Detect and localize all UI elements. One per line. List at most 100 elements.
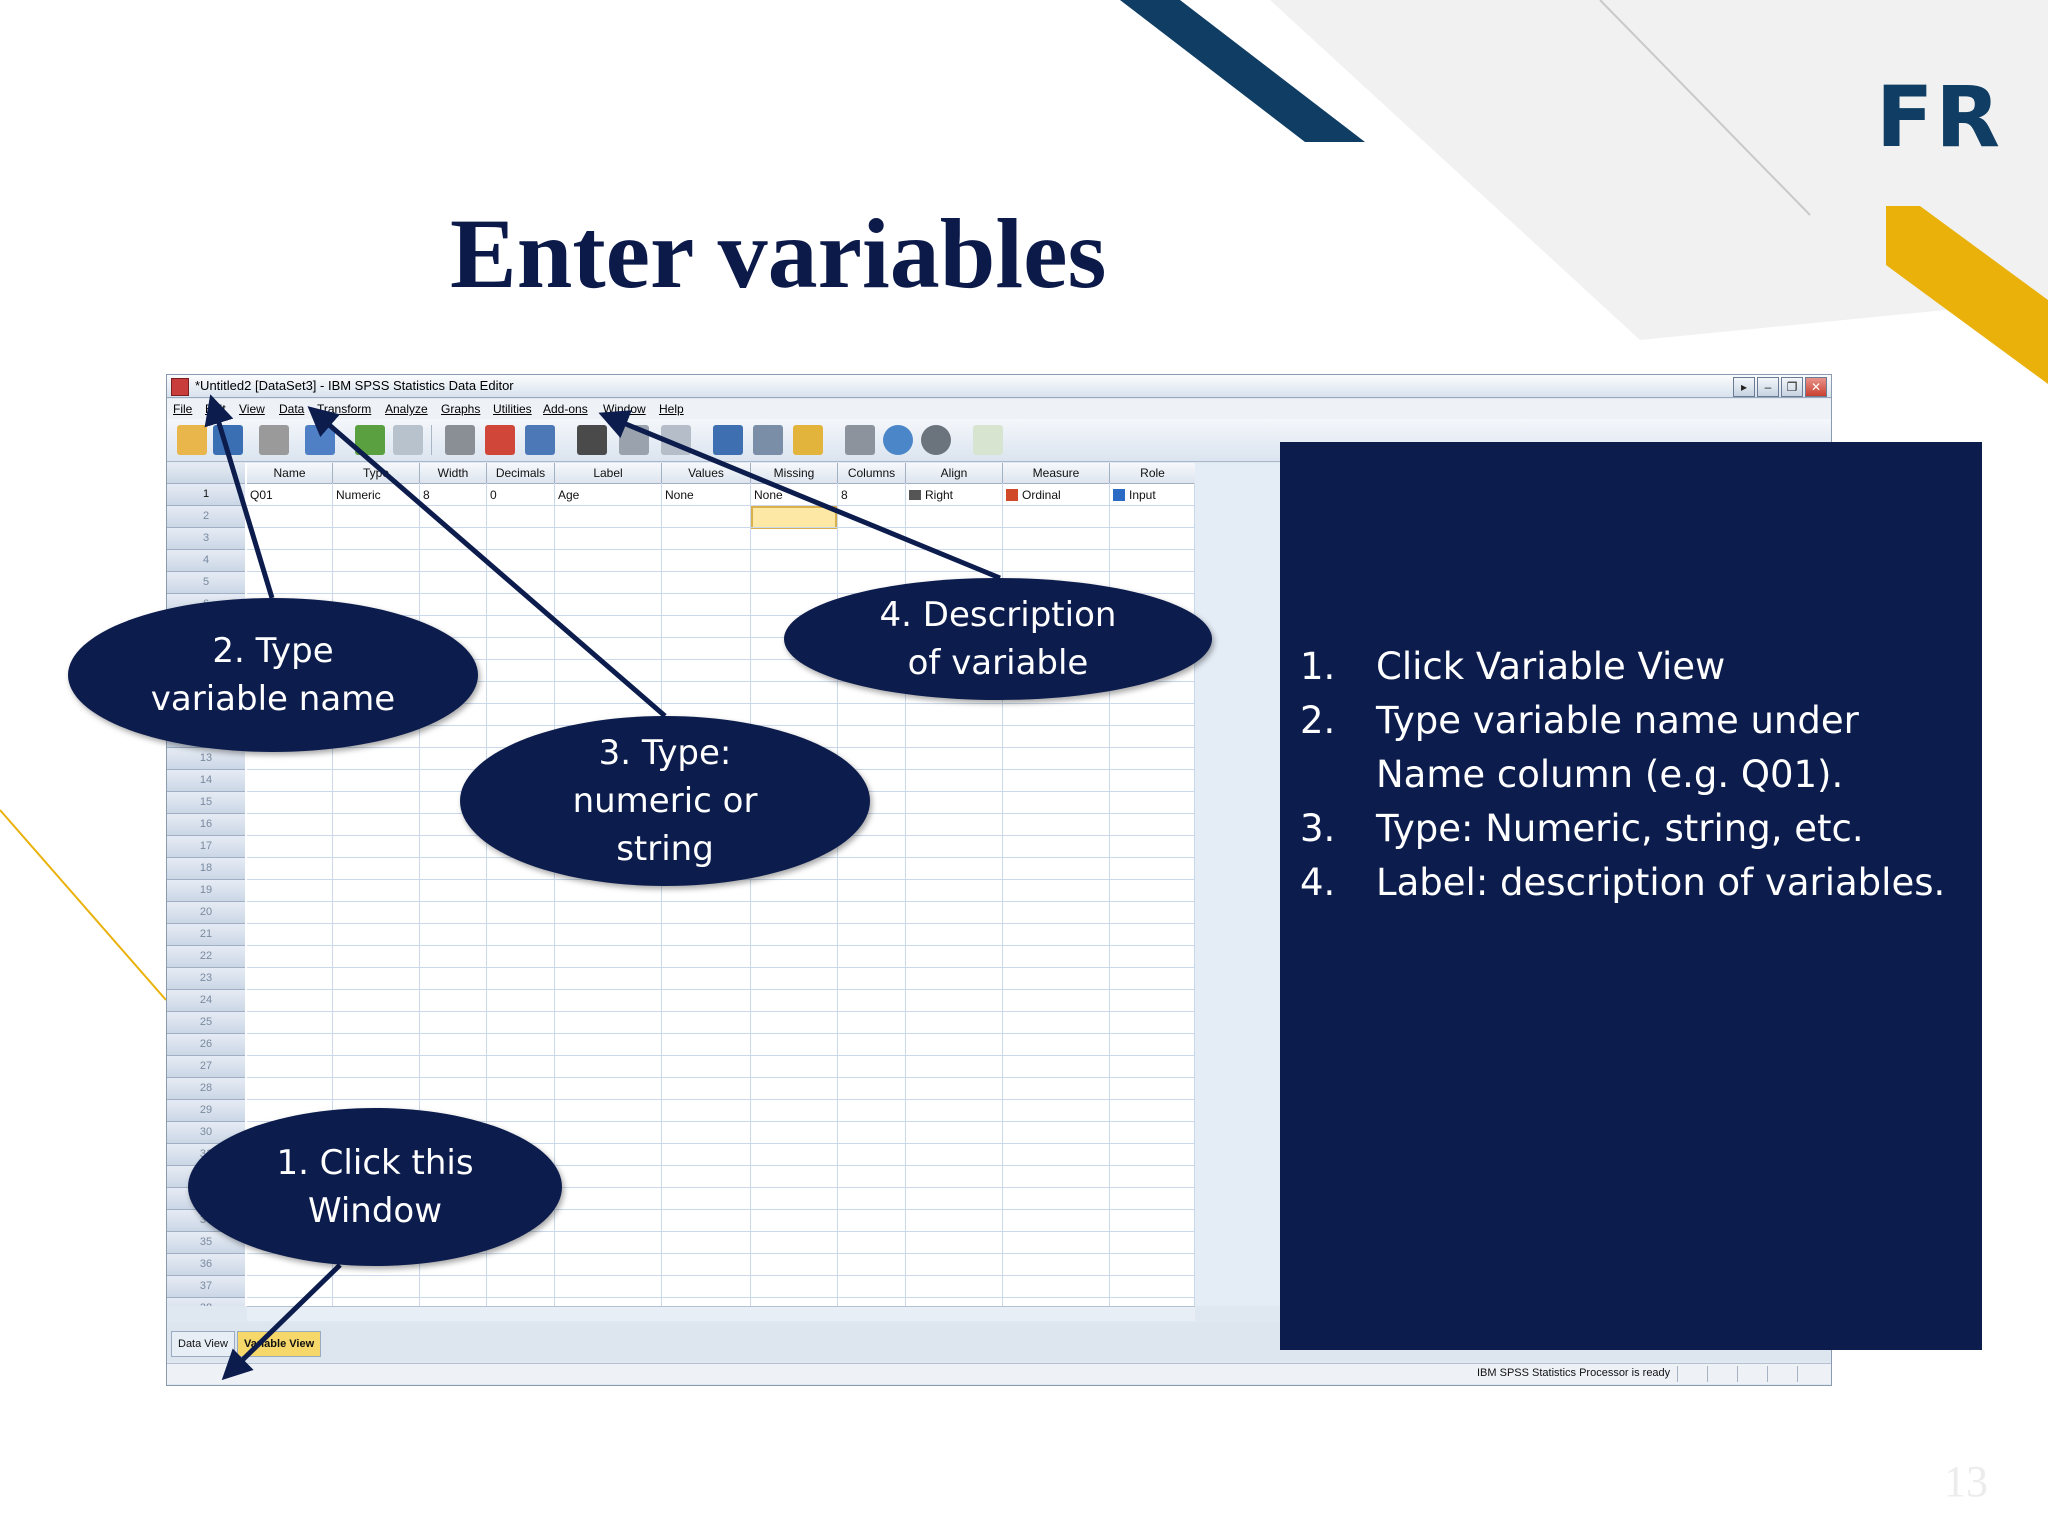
row-number[interactable]: 27 [167,1056,245,1078]
callout-4-line2: of variable [907,643,1089,683]
save-icon[interactable] [213,425,243,455]
row-number[interactable]: 2 [167,506,245,528]
cell-name[interactable]: Q01 [247,485,273,506]
cell-missing[interactable]: None [751,485,783,506]
select-cases-icon[interactable] [793,425,823,455]
cell-label[interactable]: Age [555,485,579,506]
menu-transform[interactable]: Transform [317,402,371,416]
status-text: IBM SPSS Statistics Processor is ready [1477,1367,1671,1379]
cell-width[interactable]: 8 [420,485,430,506]
col-header-measure[interactable]: Measure [1003,463,1110,484]
row-number[interactable]: 37 [167,1276,245,1298]
row-number[interactable]: 38 [167,1298,245,1306]
dialog-recall-icon[interactable] [305,425,335,455]
insert-cases-icon[interactable] [619,425,649,455]
col-header-decimals[interactable]: Decimals [487,463,555,484]
variables-icon[interactable] [525,425,555,455]
row-number[interactable]: 36 [167,1254,245,1276]
col-header-label[interactable]: Label [555,463,662,484]
col-header-missing[interactable]: Missing [751,463,838,484]
restore-icon[interactable]: ❐ [1781,377,1803,397]
row-number[interactable]: 20 [167,902,245,924]
menu-utilities[interactable]: Utilities [493,402,532,416]
cell-decimals[interactable]: 0 [487,485,497,506]
callout-1-line2: Window [307,1191,443,1231]
horizontal-scrollbar[interactable] [247,1306,1195,1321]
open-folder-icon[interactable] [177,425,207,455]
row-number[interactable]: 26 [167,1034,245,1056]
insert-variable-icon[interactable] [661,425,691,455]
scroll-tabs-icon[interactable]: ▸ [1733,377,1755,397]
selected-cell[interactable] [751,506,837,529]
use-sets-icon[interactable] [883,425,913,455]
col-header-width[interactable]: Width [420,463,487,484]
row-number[interactable]: 16 [167,814,245,836]
weight-cases-icon[interactable] [753,425,783,455]
col-header-align[interactable]: Align [906,463,1003,484]
menu-file[interactable]: File [173,402,192,416]
grid-row-line [247,1011,1195,1012]
cell-align[interactable]: Right [906,485,953,506]
cell-measure-text: Ordinal [1022,488,1061,502]
callout-3-line1: 3. Type: [598,733,732,773]
row-number[interactable]: 5 [167,572,245,594]
cell-columns[interactable]: 8 [838,485,848,506]
row-number[interactable]: 24 [167,990,245,1012]
col-header-type[interactable]: Type [333,463,420,484]
grid-row-line [247,1297,1195,1298]
grid-row-line [247,527,1195,528]
step-number: 1. [1300,645,1336,688]
menu-add-ons[interactable]: Add-ons [543,402,588,416]
value-labels-icon[interactable] [845,425,875,455]
row-number[interactable]: 4 [167,550,245,572]
col-header-role[interactable]: Role [1110,463,1195,484]
row-number[interactable]: 14 [167,770,245,792]
goto-case-icon[interactable] [445,425,475,455]
minimize-icon[interactable]: – [1757,377,1779,397]
find-icon[interactable] [577,425,607,455]
fr-logo: FR [1876,68,2003,166]
row-number[interactable]: 18 [167,858,245,880]
row-number[interactable]: 29 [167,1100,245,1122]
cell-role[interactable]: Input [1110,485,1156,506]
row-number[interactable]: 21 [167,924,245,946]
row-number[interactable]: 23 [167,968,245,990]
close-icon[interactable]: ✕ [1805,377,1827,397]
cell-measure[interactable]: Ordinal [1003,485,1061,506]
goto-variable-icon[interactable] [485,425,515,455]
row-number[interactable]: 25 [167,1012,245,1034]
row-number[interactable]: 3 [167,528,245,550]
col-header-values[interactable]: Values [662,463,751,484]
row-number[interactable]: 17 [167,836,245,858]
print-icon[interactable] [259,425,289,455]
cell-type[interactable]: Numeric [333,485,381,506]
tab-data-view[interactable]: Data View [171,1331,235,1357]
row-number[interactable]: 28 [167,1078,245,1100]
menu-window[interactable]: Window [603,402,646,416]
cell-values[interactable]: None [662,485,694,506]
menu-data[interactable]: Data [279,402,304,416]
align-right-icon [909,490,921,500]
callout-click-window: 1. Click this Window [188,1108,562,1266]
menu-edit[interactable]: Edit [205,402,226,416]
row-number[interactable]: 13 [167,748,245,770]
menu-view[interactable]: View [239,402,265,416]
spell-check-icon[interactable] [973,425,1003,455]
row-number[interactable]: 15 [167,792,245,814]
col-header-name[interactable]: Name [247,463,333,484]
tab-variable-view[interactable]: Variable View [237,1331,322,1357]
split-file-icon[interactable] [713,425,743,455]
grid-row-line [247,549,1195,550]
undo-icon[interactable] [355,425,385,455]
menu-help[interactable]: Help [659,402,684,416]
row-number[interactable]: 19 [167,880,245,902]
row-number[interactable]: 22 [167,946,245,968]
row-number[interactable]: 1 [167,484,245,506]
col-header-columns[interactable]: Columns [838,463,906,484]
menu-analyze[interactable]: Analyze [385,402,428,416]
window-title: *Untitled2 [DataSet3] - IBM SPSS Statist… [195,378,514,393]
redo-icon[interactable] [393,425,423,455]
window-titlebar: *Untitled2 [DataSet3] - IBM SPSS Statist… [167,375,1831,398]
menu-graphs[interactable]: Graphs [441,402,480,416]
show-all-variables-icon[interactable] [921,425,951,455]
